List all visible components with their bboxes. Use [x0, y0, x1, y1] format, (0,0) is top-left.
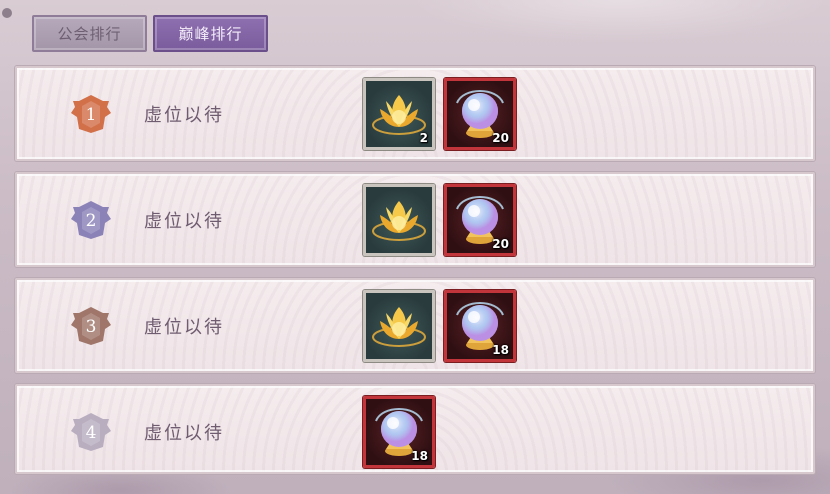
rank-player-name: 虚位以待	[144, 423, 224, 444]
tab-guild-ranking[interactable]: 公会排行	[32, 15, 147, 52]
rank-number: 3	[85, 317, 97, 337]
crystal-orb-reward-icon[interactable]: 20	[444, 78, 516, 150]
crystal-orb-reward-icon[interactable]: 18	[363, 396, 435, 468]
ranking-tabs: 公会排行 巅峰排行	[32, 15, 268, 52]
reward-count: 2	[419, 131, 428, 145]
ranking-row: 2 虚位以待 20	[15, 172, 815, 267]
lotus-gem-reward-icon[interactable]	[363, 290, 435, 362]
rank-player-name: 虚位以待	[144, 211, 224, 232]
reward-count: 20	[492, 237, 509, 251]
rank-badge-icon: 4	[69, 411, 113, 453]
reward-items: 18	[363, 290, 516, 362]
rank-number: 2	[85, 211, 97, 231]
tab-peak-ranking[interactable]: 巅峰排行	[153, 15, 268, 52]
crystal-orb-reward-icon[interactable]: 18	[444, 290, 516, 362]
reward-count: 20	[492, 131, 509, 145]
rank-player-name: 虚位以待	[144, 317, 224, 338]
ranking-row: 3 虚位以待 18	[15, 278, 815, 373]
crystal-orb-reward-icon[interactable]: 20	[444, 184, 516, 256]
reward-count: 18	[411, 449, 428, 463]
rank-number: 4	[85, 423, 97, 443]
reward-items: 2 20	[363, 78, 516, 150]
reward-count: 18	[492, 343, 509, 357]
ranking-row: 4 虚位以待 18	[15, 384, 815, 474]
lotus-gem-reward-icon[interactable]: 2	[363, 78, 435, 150]
reward-items: 18	[363, 396, 435, 468]
rank-badge-icon: 3	[69, 305, 113, 347]
corner-ornament	[2, 8, 12, 18]
ranking-list: 1 虚位以待 2 20 2 虚位以待 20 3 虚位以待 18 4 虚位以待 1…	[15, 66, 815, 485]
rank-badge-icon: 2	[69, 199, 113, 241]
lotus-gem-reward-icon[interactable]	[363, 184, 435, 256]
rank-player-name: 虚位以待	[144, 105, 224, 126]
reward-items: 20	[363, 184, 516, 256]
rank-badge-icon: 1	[69, 93, 113, 135]
ranking-row: 1 虚位以待 2 20	[15, 66, 815, 161]
rank-number: 1	[85, 105, 97, 125]
